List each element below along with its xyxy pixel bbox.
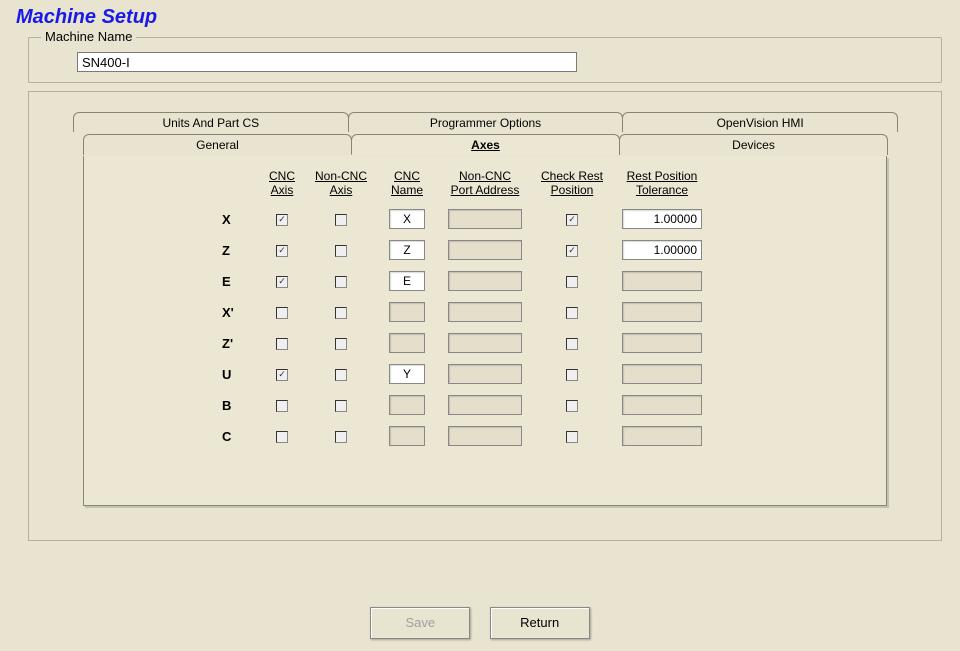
hdr-rest-tol: Rest PositionTolerance <box>612 170 712 198</box>
cnc-axis-checkbox[interactable] <box>276 431 288 443</box>
hdr-noncnc-port: Non-CNCPort Address <box>438 170 532 198</box>
tab-general[interactable]: General <box>83 134 352 155</box>
axis-label: U <box>218 367 258 382</box>
check-rest-checkbox[interactable] <box>566 307 578 319</box>
rest-tol-input[interactable] <box>622 302 702 322</box>
machine-name-input[interactable] <box>77 52 577 72</box>
noncnc-port-input[interactable] <box>448 209 522 229</box>
machine-name-group: Machine Name <box>28 37 942 83</box>
noncnc-port-input[interactable] <box>448 426 522 446</box>
main-panel: Units And Part CS Programmer Options Ope… <box>28 91 942 541</box>
cnc-name-input[interactable] <box>389 364 425 384</box>
check-rest-checkbox[interactable]: ✓ <box>566 214 578 226</box>
axis-label: B <box>218 398 258 413</box>
noncnc-axis-checkbox[interactable] <box>335 276 347 288</box>
save-button[interactable]: Save <box>370 607 470 639</box>
axes-grid: CNCAxis Non-CNCAxis CNCName Non-CNCPort … <box>218 170 862 452</box>
axis-label: Z <box>218 243 258 258</box>
noncnc-axis-checkbox[interactable] <box>335 245 347 257</box>
noncnc-port-input[interactable] <box>448 395 522 415</box>
axis-row: Z' <box>218 328 862 359</box>
axis-label: C <box>218 429 258 444</box>
rest-tol-input[interactable] <box>622 364 702 384</box>
noncnc-port-input[interactable] <box>448 302 522 322</box>
rest-tol-input[interactable] <box>622 271 702 291</box>
noncnc-axis-checkbox[interactable] <box>335 431 347 443</box>
tab-units-and-part-cs[interactable]: Units And Part CS <box>73 112 349 132</box>
cnc-axis-checkbox[interactable]: ✓ <box>276 214 288 226</box>
check-rest-checkbox[interactable] <box>566 369 578 381</box>
tabs-row-back: Units And Part CS Programmer Options Ope… <box>73 112 897 132</box>
hdr-cnc-axis: CNCAxis <box>258 170 306 198</box>
tab-programmer-options[interactable]: Programmer Options <box>348 112 624 132</box>
noncnc-port-input[interactable] <box>448 240 522 260</box>
cnc-name-input[interactable] <box>389 395 425 415</box>
hdr-noncnc-axis: Non-CNCAxis <box>306 170 376 198</box>
axis-label: X' <box>218 305 258 320</box>
cnc-axis-checkbox[interactable]: ✓ <box>276 369 288 381</box>
check-rest-checkbox[interactable]: ✓ <box>566 245 578 257</box>
check-rest-checkbox[interactable] <box>566 431 578 443</box>
rest-tol-input[interactable] <box>622 240 702 260</box>
axis-label: X <box>218 212 258 227</box>
cnc-name-input[interactable] <box>389 271 425 291</box>
noncnc-axis-checkbox[interactable] <box>335 214 347 226</box>
cnc-name-input[interactable] <box>389 302 425 322</box>
noncnc-axis-checkbox[interactable] <box>335 307 347 319</box>
machine-name-label: Machine Name <box>41 29 136 44</box>
tabs-area: Units And Part CS Programmer Options Ope… <box>73 112 897 512</box>
axis-row: B <box>218 390 862 421</box>
axes-column-headers: CNCAxis Non-CNCAxis CNCName Non-CNCPort … <box>218 170 862 198</box>
rest-tol-input[interactable] <box>622 395 702 415</box>
cnc-name-input[interactable] <box>389 426 425 446</box>
axis-row: X' <box>218 297 862 328</box>
return-button[interactable]: Return <box>490 607 590 639</box>
rest-tol-input[interactable] <box>622 426 702 446</box>
tab-axes[interactable]: Axes <box>351 134 620 155</box>
cnc-name-input[interactable] <box>389 333 425 353</box>
hdr-check-rest: Check RestPosition <box>532 170 612 198</box>
rest-tol-input[interactable] <box>622 209 702 229</box>
axis-row: X ✓ ✓ <box>218 204 862 235</box>
axis-row: E✓ <box>218 266 862 297</box>
check-rest-checkbox[interactable] <box>566 276 578 288</box>
axis-label: E <box>218 274 258 289</box>
cnc-axis-checkbox[interactable] <box>276 338 288 350</box>
axis-row: C <box>218 421 862 452</box>
cnc-axis-checkbox[interactable]: ✓ <box>276 245 288 257</box>
rest-tol-input[interactable] <box>622 333 702 353</box>
button-bar: Save Return <box>0 607 960 639</box>
noncnc-axis-checkbox[interactable] <box>335 400 347 412</box>
noncnc-port-input[interactable] <box>448 364 522 384</box>
hdr-cnc-name: CNCName <box>376 170 438 198</box>
noncnc-axis-checkbox[interactable] <box>335 369 347 381</box>
tabs-row-front: General Axes Devices <box>83 134 887 155</box>
tab-devices[interactable]: Devices <box>619 134 888 155</box>
cnc-name-input[interactable] <box>389 209 425 229</box>
noncnc-port-input[interactable] <box>448 333 522 353</box>
cnc-name-input[interactable] <box>389 240 425 260</box>
tab-content-axes: CNCAxis Non-CNCAxis CNCName Non-CNCPort … <box>83 156 887 506</box>
cnc-axis-checkbox[interactable] <box>276 400 288 412</box>
check-rest-checkbox[interactable] <box>566 400 578 412</box>
cnc-axis-checkbox[interactable] <box>276 307 288 319</box>
axis-row: U✓ <box>218 359 862 390</box>
cnc-axis-checkbox[interactable]: ✓ <box>276 276 288 288</box>
tab-openvision-hmi[interactable]: OpenVision HMI <box>622 112 898 132</box>
axis-label: Z' <box>218 336 258 351</box>
check-rest-checkbox[interactable] <box>566 338 578 350</box>
noncnc-port-input[interactable] <box>448 271 522 291</box>
page-title: Machine Setup <box>0 0 960 33</box>
axis-row: Z ✓ ✓ <box>218 235 862 266</box>
noncnc-axis-checkbox[interactable] <box>335 338 347 350</box>
